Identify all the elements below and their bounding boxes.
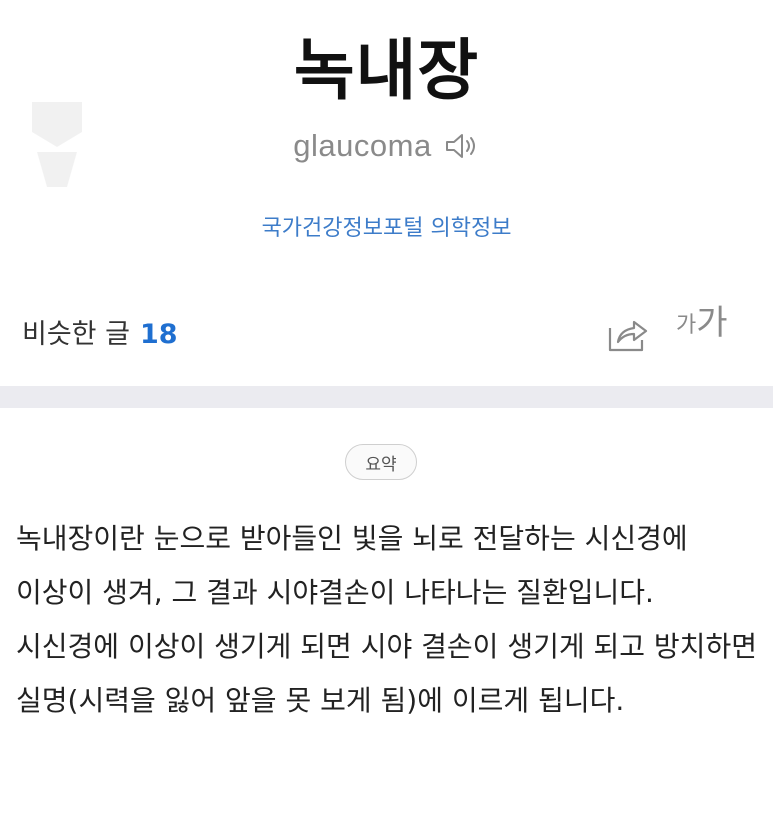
similar-posts-label: 비슷한 글	[22, 319, 130, 350]
summary-text: 녹내장이란 눈으로 받아들인 빛을 뇌로 전달하는 시신경에 이상이 생겨, 그…	[16, 522, 757, 717]
pronunciation-text: glaucoma	[293, 128, 432, 163]
summary-badge: 요약	[345, 444, 417, 480]
pronunciation-row: glaucoma	[0, 128, 773, 164]
speaker-icon[interactable]	[444, 131, 480, 161]
source-link[interactable]: 국가건강정보포털 의학정보	[0, 210, 773, 242]
font-size-large-label: 가	[696, 303, 728, 343]
entry-title: 녹내장	[293, 32, 480, 109]
section-divider	[0, 386, 773, 408]
font-size-button[interactable]: 가 가	[676, 306, 728, 340]
similar-posts[interactable]: 비슷한 글 18	[22, 312, 178, 351]
font-size-small-label: 가	[676, 313, 697, 338]
similar-posts-count: 18	[139, 319, 178, 350]
share-icon[interactable]	[606, 314, 650, 354]
